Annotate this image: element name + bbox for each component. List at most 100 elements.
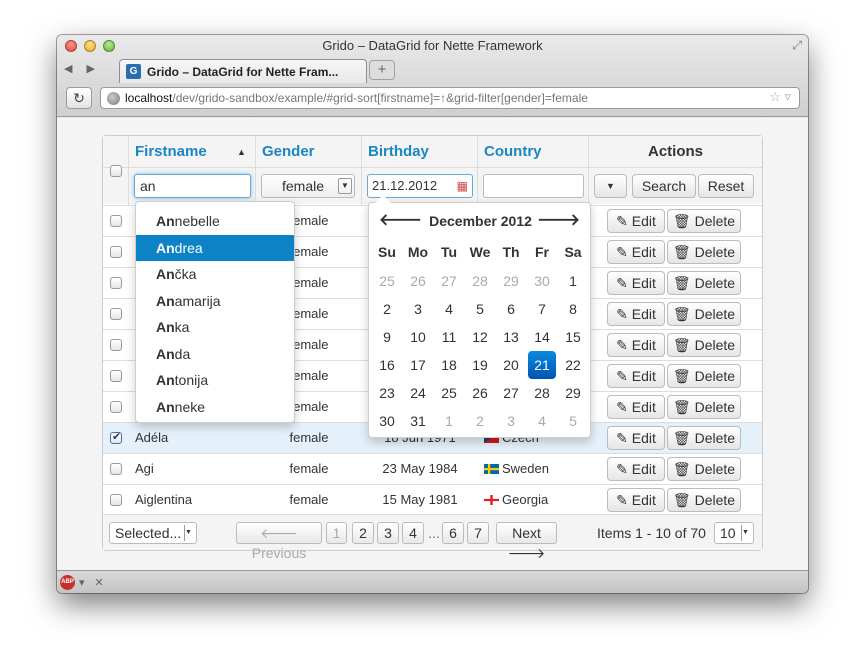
- day-cell[interactable]: 11: [435, 323, 463, 351]
- delete-button[interactable]: 🗑 Delete: [667, 271, 741, 295]
- day-cell[interactable]: 8: [559, 295, 587, 323]
- new-tab-button[interactable]: +: [369, 60, 395, 80]
- country-filter-input[interactable]: [483, 174, 584, 198]
- reload-button[interactable]: ↻: [66, 87, 92, 109]
- delete-button[interactable]: 🗑 Delete: [667, 457, 741, 481]
- delete-button[interactable]: 🗑 Delete: [667, 240, 741, 264]
- page-button[interactable]: 1: [326, 522, 347, 544]
- bookmark-star-icon[interactable]: ☆ ▿: [769, 89, 791, 105]
- edit-button[interactable]: ✎ Edit: [607, 395, 665, 419]
- day-cell[interactable]: 25: [435, 379, 463, 407]
- day-cell[interactable]: 14: [528, 323, 556, 351]
- edit-button[interactable]: ✎ Edit: [607, 302, 665, 326]
- day-cell[interactable]: 29: [497, 267, 525, 295]
- delete-button[interactable]: 🗑 Delete: [667, 333, 741, 357]
- day-cell[interactable]: 27: [435, 267, 463, 295]
- calendar-icon[interactable]: ▦: [457, 175, 468, 197]
- delete-button[interactable]: 🗑 Delete: [667, 302, 741, 326]
- day-cell[interactable]: 4: [435, 295, 463, 323]
- row-checkbox[interactable]: [110, 494, 122, 506]
- search-button[interactable]: Search: [632, 174, 696, 198]
- day-cell[interactable]: 24: [404, 379, 432, 407]
- day-cell[interactable]: 15: [559, 323, 587, 351]
- page-button[interactable]: 4: [402, 522, 424, 544]
- edit-button[interactable]: ✎ Edit: [607, 364, 665, 388]
- day-cell[interactable]: 4: [528, 407, 556, 435]
- day-cell[interactable]: 27: [497, 379, 525, 407]
- day-cell[interactable]: 31: [404, 407, 432, 435]
- autocomplete-item[interactable]: Anka: [136, 314, 294, 340]
- autocomplete-item[interactable]: Anda: [136, 341, 294, 367]
- column-header-firstname[interactable]: Firstname ▲: [129, 136, 246, 168]
- day-cell[interactable]: 6: [497, 295, 525, 323]
- day-cell[interactable]: 1: [559, 267, 587, 295]
- day-cell[interactable]: 5: [466, 295, 494, 323]
- edit-button[interactable]: ✎ Edit: [607, 457, 665, 481]
- day-cell[interactable]: 13: [497, 323, 525, 351]
- autocomplete-item[interactable]: Antonija: [136, 367, 294, 393]
- gender-filter-select[interactable]: female ▼: [261, 174, 355, 198]
- day-cell[interactable]: 9: [373, 323, 401, 351]
- row-checkbox[interactable]: [110, 215, 122, 227]
- select-all-checkbox[interactable]: [110, 165, 122, 177]
- next-month-button[interactable]: 🡒: [537, 211, 580, 231]
- autocomplete-item[interactable]: Ančka: [136, 261, 294, 287]
- chevron-down-icon[interactable]: ▾: [79, 576, 85, 589]
- page-button[interactable]: 7: [467, 522, 489, 544]
- day-cell[interactable]: 17: [404, 351, 432, 379]
- day-cell[interactable]: 26: [404, 267, 432, 295]
- page-button[interactable]: 6: [442, 522, 464, 544]
- fullscreen-icon[interactable]: ⤢: [792, 38, 802, 53]
- day-cell[interactable]: 2: [373, 295, 401, 323]
- column-header-gender[interactable]: Gender: [256, 136, 315, 168]
- autocomplete-item[interactable]: Anneke: [136, 394, 294, 420]
- day-cell[interactable]: 1: [435, 407, 463, 435]
- day-cell[interactable]: 3: [404, 295, 432, 323]
- edit-button[interactable]: ✎ Edit: [607, 240, 665, 264]
- edit-button[interactable]: ✎ Edit: [607, 488, 665, 512]
- day-cell[interactable]: 18: [435, 351, 463, 379]
- actions-dropdown-button[interactable]: ▼: [594, 174, 627, 198]
- day-cell[interactable]: 16: [373, 351, 401, 379]
- day-cell[interactable]: 10: [404, 323, 432, 351]
- day-cell[interactable]: 28: [528, 379, 556, 407]
- day-cell[interactable]: 25: [373, 267, 401, 295]
- day-cell[interactable]: 28: [466, 267, 494, 295]
- row-checkbox[interactable]: [110, 463, 122, 475]
- address-bar[interactable]: localhost/dev/grido-sandbox/example/#gri…: [100, 87, 800, 109]
- day-cell[interactable]: 30: [528, 267, 556, 295]
- autocomplete-item[interactable]: Andrea: [136, 234, 294, 261]
- day-cell[interactable]: 20: [497, 351, 525, 379]
- row-checkbox[interactable]: [110, 277, 122, 289]
- row-checkbox[interactable]: [110, 401, 122, 413]
- per-page-select[interactable]: 10 ▼: [714, 522, 754, 544]
- reset-button[interactable]: Reset: [698, 174, 754, 198]
- day-cell[interactable]: 12: [466, 323, 494, 351]
- day-cell[interactable]: 23: [373, 379, 401, 407]
- day-cell[interactable]: 22: [559, 351, 587, 379]
- day-cell[interactable]: 19: [466, 351, 494, 379]
- page-button[interactable]: 3: [377, 522, 399, 544]
- row-checkbox[interactable]: [110, 246, 122, 258]
- row-checkbox[interactable]: [110, 370, 122, 382]
- day-cell[interactable]: 21: [528, 351, 556, 379]
- day-cell[interactable]: 3: [497, 407, 525, 435]
- row-checkbox[interactable]: [110, 308, 122, 320]
- column-header-birthday[interactable]: Birthday: [362, 136, 429, 168]
- autocomplete-item[interactable]: Anamarija: [136, 288, 294, 314]
- delete-button[interactable]: 🗑 Delete: [667, 209, 741, 233]
- day-cell[interactable]: 30: [373, 407, 401, 435]
- close-icon[interactable]: ✕: [95, 576, 104, 589]
- edit-button[interactable]: ✎ Edit: [607, 333, 665, 357]
- previous-page-button[interactable]: 🡐 Previous: [236, 522, 322, 561]
- day-cell[interactable]: 2: [466, 407, 494, 435]
- day-cell[interactable]: 5: [559, 407, 587, 435]
- edit-button[interactable]: ✎ Edit: [607, 271, 665, 295]
- day-cell[interactable]: 29: [559, 379, 587, 407]
- row-checkbox[interactable]: [110, 430, 122, 444]
- row-checkbox[interactable]: [110, 339, 122, 351]
- firstname-filter-input[interactable]: an: [134, 174, 251, 198]
- delete-button[interactable]: 🗑 Delete: [667, 395, 741, 419]
- forward-arrow-icon[interactable]: ▶: [86, 63, 108, 75]
- page-button[interactable]: 2: [352, 522, 374, 544]
